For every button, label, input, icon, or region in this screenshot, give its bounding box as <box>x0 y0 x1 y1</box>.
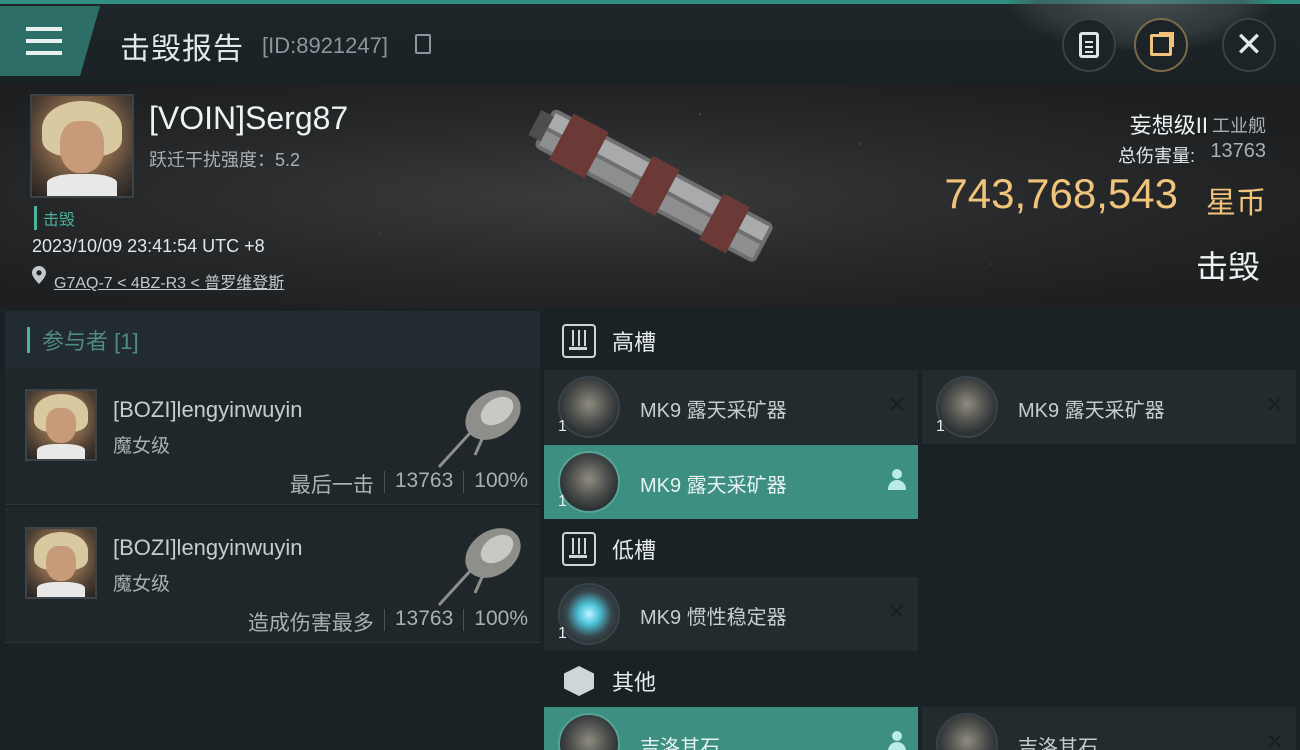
cargo-cube-icon <box>564 666 594 696</box>
module-item[interactable]: 1 MK9 惯性稳定器 ✕ <box>544 577 918 651</box>
participant-percent: 100% <box>474 607 528 630</box>
close-icon: ✕ <box>1234 26 1264 64</box>
module-item[interactable]: 吉洛其石 ✕ <box>922 707 1296 750</box>
destroyed-icon: ✕ <box>887 599 906 624</box>
victim-avatar[interactable] <box>30 94 134 198</box>
participant-row[interactable]: [BOZI]lengyinwuyin 魔女级 造成伤害最多 13763 100% <box>5 507 540 643</box>
killmail-screen: 击毁报告 [ID:8921247] ✕ [VOIN]Serg87 跃迁干扰强度：… <box>0 0 1300 750</box>
participant-ship-render <box>437 528 521 607</box>
participants-header: 参与者 [1] <box>5 311 540 369</box>
module-name: MK9 惯性稳定器 <box>640 607 787 629</box>
module-item[interactable]: 1 MK9 露天采矿器 ✕ <box>544 370 918 444</box>
other-slot-label: 其他 <box>612 670 657 695</box>
participant-role: 造成伤害最多 <box>247 612 374 635</box>
copy-icon[interactable] <box>415 34 431 54</box>
hamburger-icon <box>26 27 62 55</box>
module-item[interactable]: 1 MK9 露天采矿器 <box>544 445 918 519</box>
ore-icon <box>558 713 620 750</box>
location-pin-icon <box>32 266 46 284</box>
participant-ship: 魔女级 <box>113 574 171 595</box>
close-button[interactable]: ✕ <box>1222 18 1276 72</box>
isk-value: 743,768,543 <box>944 170 1178 217</box>
module-name: 吉洛其石 <box>640 737 720 750</box>
share-icon <box>1150 32 1174 56</box>
high-slot-label: 高槽 <box>612 330 657 355</box>
clipboard-icon <box>1079 32 1099 58</box>
module-name: MK9 露天采矿器 <box>1018 400 1165 422</box>
dropped-person-icon <box>888 469 906 491</box>
strip-miner-icon <box>558 451 620 513</box>
participant-avatar[interactable] <box>25 389 97 461</box>
fitting-panel: 高槽 1 MK9 露天采矿器 ✕ 1 MK9 露天采矿器 ✕ 1 MK9 露天采… <box>540 309 1300 750</box>
isk-unit: 星币 <box>1206 187 1266 220</box>
inertial-stabilizer-icon <box>558 583 620 645</box>
participant-name: [BOZI]lengyinwuyin <box>113 397 303 422</box>
victim-ship-class: 工业舰 <box>1212 116 1266 136</box>
module-qty: 1 <box>558 493 567 510</box>
participant-stats: 造成伤害最多 13763 100% <box>248 607 528 637</box>
report-id: [ID:8921247] <box>262 33 388 58</box>
participant-stats: 最后一击 13763 100% <box>290 469 528 499</box>
module-qty: 1 <box>558 625 567 642</box>
destroyed-icon: ✕ <box>887 392 906 417</box>
other-slot-header: 其他 <box>540 649 1300 713</box>
destroyed-icon: ✕ <box>1265 392 1284 417</box>
participant-ship: 魔女级 <box>113 436 171 457</box>
strip-miner-icon <box>936 376 998 438</box>
module-name: MK9 露天采矿器 <box>640 400 787 422</box>
high-slot-icon <box>562 324 596 358</box>
participant-row[interactable]: [BOZI]lengyinwuyin 魔女级 最后一击 13763 100% <box>5 369 540 505</box>
participant-avatar[interactable] <box>25 527 97 599</box>
ore-icon <box>936 713 998 750</box>
low-slot-header: 低槽 <box>540 517 1300 581</box>
participants-panel: 参与者 [1] [BOZI]lengyinwuyin 魔女级 最后一击 1376… <box>0 309 540 750</box>
total-damage-value: 13763 <box>1210 140 1266 162</box>
participant-name: [BOZI]lengyinwuyin <box>113 535 303 560</box>
clipboard-button[interactable] <box>1062 18 1116 72</box>
module-qty: 1 <box>558 418 567 435</box>
warp-disruption-strength: 跃迁干扰强度：5.2 <box>149 150 301 170</box>
destroyed-icon: ✕ <box>1265 729 1284 750</box>
module-qty: 1 <box>936 418 945 435</box>
page-title: 击毁报告 <box>120 33 244 66</box>
low-slot-label: 低槽 <box>612 538 657 563</box>
participant-damage: 13763 <box>394 607 454 630</box>
low-slot-icon <box>562 532 596 566</box>
accent-bar <box>27 327 30 353</box>
kill-timestamp: 2023/10/09 23:41:54 UTC +8 <box>32 236 265 256</box>
total-damage-label: 总伤害量: <box>1117 146 1195 166</box>
menu-button[interactable] <box>0 6 100 76</box>
participant-percent: 100% <box>474 469 528 492</box>
victim-panel: [VOIN]Serg87 跃迁干扰强度：5.2 击毁 2023/10/09 23… <box>0 84 1300 309</box>
participants-label: 参与者 [1] <box>42 329 139 354</box>
module-name: 吉洛其石 <box>1018 737 1098 750</box>
strip-miner-icon <box>558 376 620 438</box>
header-bar: 击毁报告 [ID:8921247] ✕ <box>0 0 1300 84</box>
kill-result: 击毁 <box>1195 249 1260 285</box>
module-name: MK9 露天采矿器 <box>640 475 787 497</box>
participant-ship-render <box>437 390 521 469</box>
participant-role: 最后一击 <box>289 474 374 497</box>
high-slot-header: 高槽 <box>540 309 1300 373</box>
participant-damage: 13763 <box>394 469 454 492</box>
victim-ship-name[interactable]: 妄想级II <box>1130 108 1208 140</box>
module-item[interactable]: 吉洛其石 <box>544 707 918 750</box>
dropped-person-icon <box>888 731 906 750</box>
share-button[interactable] <box>1134 18 1188 72</box>
victim-pilot-name[interactable]: [VOIN]Serg87 <box>149 100 348 137</box>
module-item[interactable]: 1 MK9 露天采矿器 ✕ <box>922 370 1296 444</box>
location-link[interactable]: G7AQ-7 < 4BZ-R3 < 普罗维登斯 <box>54 269 284 293</box>
victim-ship-render <box>528 109 773 262</box>
status-tag: 击毁 <box>34 206 75 230</box>
